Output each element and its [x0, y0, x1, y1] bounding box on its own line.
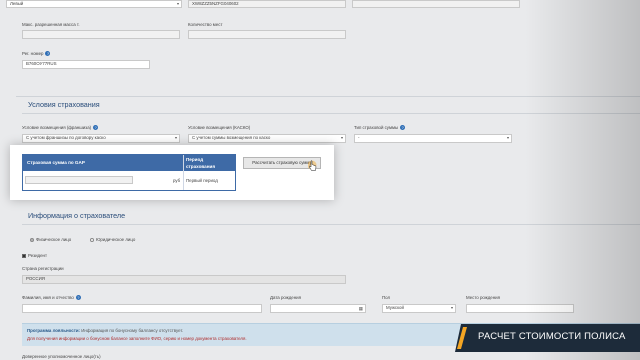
- fio-input[interactable]: [22, 304, 262, 313]
- gender-label: Пол: [382, 295, 391, 300]
- country-field[interactable]: РОССИЯ: [22, 275, 346, 284]
- section-divider: [16, 96, 640, 97]
- max-mass-label: Макс. разрешенная масса т.: [22, 22, 80, 27]
- radio-selected-icon[interactable]: [30, 237, 34, 242]
- loyalty-text: Информация по бонусному баллансу отсутст…: [81, 328, 184, 333]
- sum-type-label-text: Тип страховой суммы: [354, 125, 399, 130]
- radio-unselected-icon[interactable]: [90, 237, 94, 242]
- resident-checkbox[interactable]: Резидент: [22, 253, 47, 258]
- reg-number-value: В760ОУ77RUS: [26, 61, 57, 66]
- gender-select-value: Мужской: [386, 305, 404, 310]
- country-value: РОССИЯ: [26, 276, 45, 281]
- birthplace-input[interactable]: [466, 304, 574, 313]
- resident-label: Резидент: [28, 253, 47, 258]
- bottom-cut-label: Доверенное уполномоченное лицо(ть): [22, 354, 101, 359]
- sum-type-select-value: -: [358, 135, 360, 140]
- vin-field[interactable]: XW8ZZZ5NZFG040602: [188, 0, 346, 8]
- right-top-field[interactable]: [352, 0, 520, 8]
- banner-text: РАСЧЕТ СТОИМОСТИ ПОЛИСА: [478, 331, 626, 342]
- birthdate-input[interactable]: ▦: [270, 304, 366, 313]
- gap-table: Страховая сумма по GAP Период страховани…: [22, 154, 236, 191]
- gap-period-value: Первый период: [186, 178, 218, 183]
- vin-value: XW8ZZZ5NZFG040602: [192, 1, 239, 6]
- birthplace-label: Место рождения: [466, 295, 500, 300]
- gap-currency: руб: [173, 178, 181, 183]
- kasko-select[interactable]: С учетом суммы возмещения по каско ▾: [188, 134, 346, 143]
- franchise-select[interactable]: С учетом франшизы по договору каско ▾: [22, 134, 180, 143]
- loyalty-title: Программа лояльности:: [27, 328, 81, 333]
- sum-type-select[interactable]: - ▾: [354, 134, 512, 143]
- radio-person[interactable]: Физическое лицо: [30, 237, 71, 242]
- side-select[interactable]: Левый ▾: [6, 0, 182, 8]
- radio-legal-label: Юридическое лицо: [96, 237, 136, 242]
- chevron-down-icon: ▾: [340, 135, 343, 140]
- help-icon[interactable]: ?: [93, 125, 99, 131]
- loyalty-line-1: Программа лояльности: Информация по бону…: [27, 328, 183, 333]
- page: Левый ▾ XW8ZZZ5NZFG040602 Макс. разрешен…: [0, 0, 640, 360]
- kasko-label: Условие возмещения (КАСКО): [188, 125, 251, 130]
- gap-col-divider: [183, 155, 184, 190]
- reg-number-field[interactable]: В760ОУ77RUS: [22, 60, 150, 69]
- sum-type-label: Тип страховой суммы?: [354, 125, 406, 131]
- help-icon[interactable]: ?: [45, 51, 51, 57]
- gap-col-sum-header: Страховая сумма по GAP: [27, 160, 85, 165]
- seats-field[interactable]: [188, 30, 346, 39]
- country-label: Страна регистрации: [22, 266, 64, 271]
- chevron-down-icon: ▾: [174, 135, 177, 140]
- reg-number-label-text: Рег. номер: [22, 51, 44, 56]
- gap-col-period-header-1: Период: [186, 157, 204, 162]
- kasko-select-value: С учетом суммы возмещения по каско: [192, 135, 271, 140]
- chevron-down-icon: ▾: [506, 135, 509, 140]
- insurance-section-title: Условия страхования: [28, 100, 100, 109]
- franchise-label-text: Условие возмещения (франшиза): [22, 125, 92, 130]
- chevron-down-icon: ▾: [176, 1, 179, 6]
- gap-col-period-header-2: страхования: [186, 164, 216, 169]
- help-icon[interactable]: ?: [75, 295, 81, 301]
- chevron-down-icon: ▾: [450, 305, 453, 310]
- section-divider: [22, 224, 640, 225]
- fio-label: Фамилия, имя и отчество?: [22, 295, 81, 301]
- birthdate-label: Дата рождения: [270, 295, 301, 300]
- section-divider: [22, 113, 640, 114]
- checkbox-checked-icon[interactable]: [22, 253, 26, 258]
- help-icon[interactable]: ?: [400, 125, 406, 131]
- hand-cursor-icon: [308, 160, 317, 171]
- loyalty-line-2: Для получения информации о бонусном бала…: [27, 336, 247, 341]
- reg-number-label: Рег. номер?: [22, 51, 51, 57]
- side-select-value: Левый: [10, 1, 24, 6]
- gender-select[interactable]: Мужской ▾: [382, 304, 456, 313]
- radio-person-label: Физическое лицо: [36, 237, 72, 242]
- fio-label-text: Фамилия, имя и отчество: [22, 295, 74, 300]
- max-mass-field[interactable]: [22, 30, 180, 39]
- seats-label: Количество мест: [188, 22, 223, 27]
- radio-legal[interactable]: Юридическое лицо: [90, 237, 135, 242]
- insurer-section-title: Информация о страхователе: [28, 211, 126, 220]
- franchise-label: Условие возмещения (франшиза)?: [22, 125, 99, 131]
- gap-sum-input[interactable]: [25, 176, 133, 184]
- franchise-select-value: С учетом франшизы по договору каско: [26, 135, 106, 140]
- calendar-icon[interactable]: ▦: [359, 306, 363, 312]
